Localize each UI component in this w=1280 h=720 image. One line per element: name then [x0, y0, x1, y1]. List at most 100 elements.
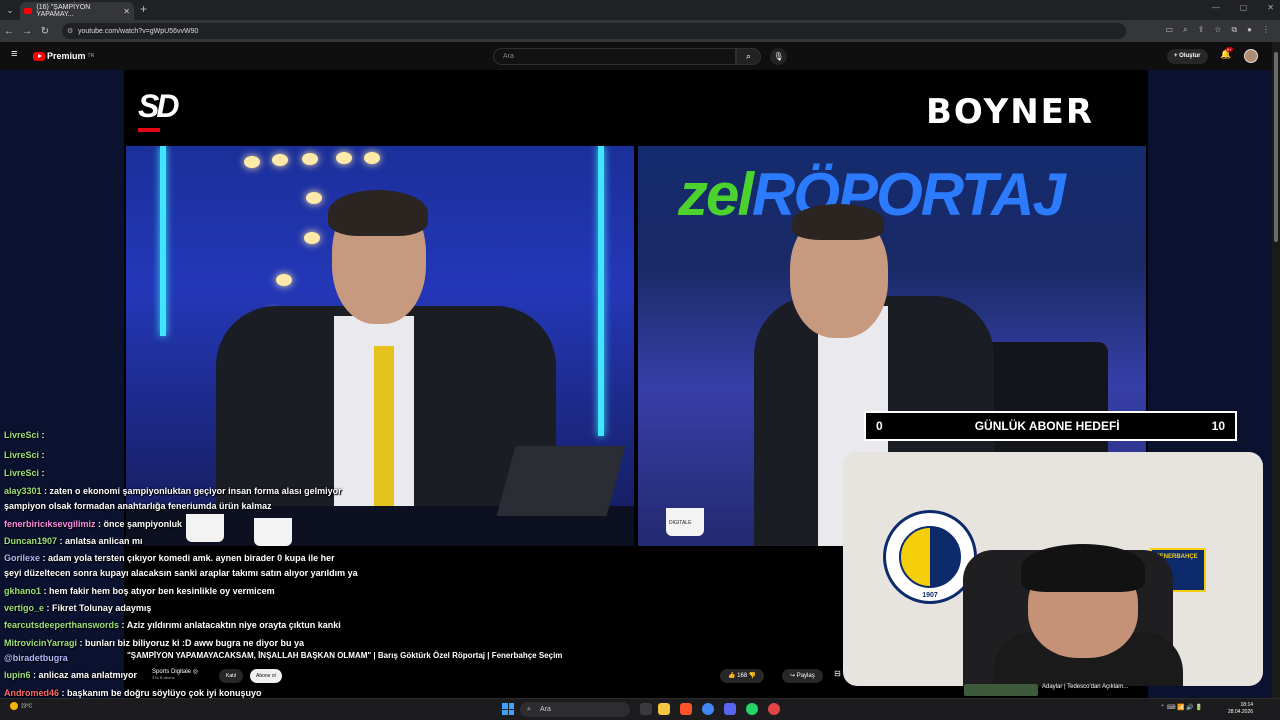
create-button[interactable]: + Oluştur: [1167, 49, 1208, 64]
avatar[interactable]: [1244, 49, 1258, 63]
taskbar-search[interactable]: ⌕ Ara: [520, 702, 630, 717]
chat-text: : önce şampiyonluk: [95, 519, 183, 529]
fenerbahce-logo-year: 1907: [922, 592, 938, 599]
join-button[interactable]: Katıl: [219, 669, 244, 683]
host-tie: [374, 346, 394, 526]
close-window-icon[interactable]: ✕: [1267, 3, 1274, 12]
forward-icon[interactable]: →: [18, 26, 36, 37]
bookmark-star-icon[interactable]: ☆: [1214, 25, 1221, 35]
site-info-icon[interactable]: ⚙: [67, 27, 73, 35]
webcam-overlay: 1907 FENERBAHÇE: [843, 452, 1263, 686]
chat-username: Gorilexe: [4, 553, 41, 563]
next-video-thumbnail[interactable]: [964, 684, 1038, 696]
hamburger-menu-icon[interactable]: ≡: [11, 48, 17, 60]
chat-text: :: [39, 430, 45, 440]
task-view-icon[interactable]: [640, 703, 652, 715]
chat-text: : zaten o ekonomi şampiyonluktan geçiyor…: [41, 486, 342, 496]
goal-current: 0: [876, 419, 883, 433]
share-page-icon[interactable]: ⇪: [1198, 25, 1205, 35]
chat-username: MitrovicinYarragi: [4, 638, 78, 648]
search-icon: ⌕: [527, 706, 531, 713]
neon-strip: [160, 146, 166, 336]
minimize-icon[interactable]: —: [1212, 3, 1220, 12]
taskbar-search-placeholder: Ara: [540, 706, 551, 713]
chat-message: Duncan1907 : anlatsa anlican mı: [4, 536, 143, 546]
zoom-icon[interactable]: ⌕: [1183, 25, 1187, 35]
sports-digitale-logo: SD: [138, 88, 182, 132]
search-icon[interactable]: ⌕: [736, 48, 761, 65]
clock-time: 18:14: [1240, 702, 1254, 708]
chat-message: LivreSci :: [4, 430, 45, 440]
chat-message: şampiyon olsak formadan anahtarlığa fene…: [4, 501, 272, 511]
notification-badge: 9+: [1226, 47, 1233, 52]
mug-text: DIGITALE: [669, 520, 692, 526]
new-tab-icon[interactable]: +: [140, 2, 147, 16]
chat-text: : anlatsa anlican mı: [57, 536, 143, 546]
page-scrollbar[interactable]: [1272, 42, 1280, 698]
studio-light: [364, 152, 380, 164]
chat-message: fenerbiricıksevgilimiz : önce şampiyonlu…: [4, 519, 182, 529]
channel-subscribers: 376 B abone: [152, 675, 175, 680]
like-button[interactable]: 👍 168 👎: [720, 669, 765, 683]
like-count: 168: [737, 673, 748, 679]
next-video-title[interactable]: Adaylar | Tedesco'dan Açıklam...: [1042, 684, 1128, 690]
chat-text: : Aziz yıldırımı anlatacaktın niye orayt…: [119, 620, 341, 630]
studio-light: [304, 232, 320, 244]
start-windows-icon[interactable]: [502, 703, 514, 715]
notifications-bell-icon[interactable]: 🔔 9+: [1220, 47, 1233, 60]
chat-text: : adam yola tersten çıkıyor komedi amk. …: [40, 553, 335, 563]
weather-widget[interactable]: 23°C: [10, 702, 32, 710]
microphone-icon[interactable]: 🎙: [770, 48, 787, 65]
scrollbar-thumb[interactable]: [1274, 52, 1278, 242]
chat-username: Duncan1907: [4, 536, 58, 546]
extensions-icon[interactable]: ⧉: [1231, 25, 1237, 35]
chat-message: Andromed46 : başkanım be doğru söylüyo ç…: [4, 688, 262, 698]
chat-message: @biradetbugra: [4, 653, 68, 663]
chat-text: : başkanım be doğru söylüyo çok iyi konu…: [59, 688, 262, 698]
subscribe-button[interactable]: Abone ol: [250, 669, 282, 683]
browser-menu-icon[interactable]: ⋮: [1262, 25, 1270, 35]
profile-icon[interactable]: ●: [1247, 25, 1252, 35]
youtube-logo[interactable]: Premium TR: [33, 51, 94, 61]
windows-taskbar: 23°C ⌕ Ara ⌃ ⌨ 📶 🔊 🔋 18:14 28.04.2026: [0, 698, 1280, 720]
brave-browser-icon[interactable]: [680, 703, 692, 715]
tab-close-icon[interactable]: ✕: [123, 7, 130, 16]
youtube-header: ≡ Premium TR Ara ⌕ 🎙 + Oluştur 🔔 9+: [0, 42, 1280, 70]
discord-icon[interactable]: [724, 703, 736, 715]
youtube-play-icon: [33, 51, 45, 61]
chat-text: : anlicaz ama anlatmıyor: [30, 670, 138, 680]
clock[interactable]: 18:14 28.04.2026: [1228, 702, 1253, 716]
logo-text: Premium: [47, 51, 86, 61]
whatsapp-icon[interactable]: [746, 703, 758, 715]
sd-logo-text: SD: [138, 88, 179, 124]
studio-light: [336, 152, 352, 164]
maximize-icon[interactable]: ▢: [1240, 3, 1248, 12]
chat-message: lupin6 : anlicaz ama anlatmıyor: [4, 670, 137, 680]
chat-message: LivreSci :: [4, 450, 45, 460]
chrome-icon[interactable]: [702, 703, 714, 715]
neon-strip: [598, 146, 604, 436]
save-icon[interactable]: ⊟: [834, 669, 841, 678]
tab-search-icon[interactable]: ⌄: [0, 0, 20, 20]
system-tray[interactable]: ⌃ ⌨ 📶 🔊 🔋: [1160, 704, 1203, 711]
chat-username: LivreSci: [4, 450, 40, 460]
chat-text: : Fikret Tolunay adaymış: [44, 603, 152, 613]
search-input[interactable]: Ara: [493, 48, 736, 65]
file-explorer-icon[interactable]: [658, 703, 670, 715]
cast-icon[interactable]: ▭: [1166, 25, 1174, 35]
window-controls: — ▢ ✕: [1212, 3, 1274, 12]
back-icon[interactable]: ←: [0, 26, 18, 37]
obs-icon[interactable]: [768, 703, 780, 715]
address-bar[interactable]: ⚙ youtube.com/watch?v=gWpU56vvW90: [62, 23, 1126, 39]
browser-toolbar: ▭ ⌕ ⇪ ☆ ⧉ ● ⋮: [1166, 25, 1270, 35]
mug: DIGITALE: [666, 508, 704, 536]
video-title: "ŞAMPİYON YAPAMAYACAKSAM, İNŞALLAH BAŞKA…: [127, 651, 563, 660]
share-label: Paylaş: [796, 673, 815, 679]
reload-icon[interactable]: ↻: [36, 26, 54, 37]
chat-message: alay3301 : zaten o ekonomi şampiyonlukta…: [4, 486, 342, 496]
channel-info[interactable]: Sports Digitale ◎ 376 B abone: [152, 668, 198, 680]
chat-username: alay3301: [4, 486, 42, 496]
subscriber-goal-overlay: 0 GÜNLÜK ABONE HEDEFİ 10: [864, 411, 1237, 441]
browser-tab[interactable]: (16) "ŞAMPİYON YAPAMAY... ✕: [20, 2, 134, 20]
share-button[interactable]: ↪ Paylaş: [782, 669, 823, 683]
